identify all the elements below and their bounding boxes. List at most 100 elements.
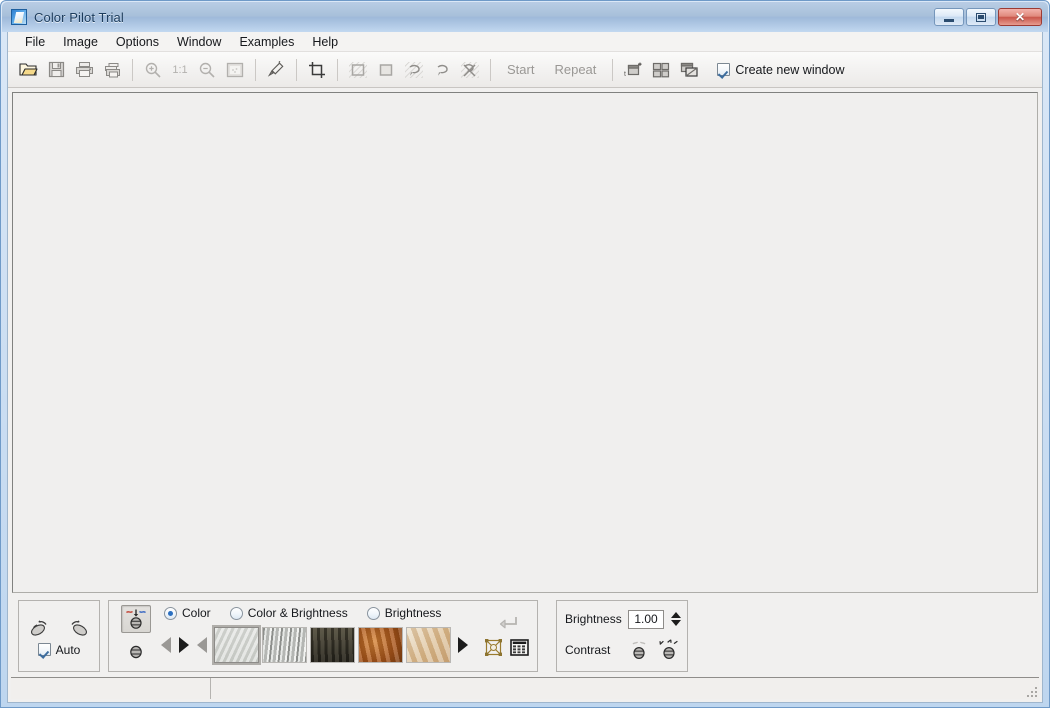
toolbar-separator (296, 58, 297, 81)
brightness-stepper-down[interactable] (671, 620, 681, 626)
lasso-button[interactable] (401, 57, 427, 83)
crop-button[interactable] (304, 57, 330, 83)
maximize-button[interactable] (966, 8, 996, 26)
thumbnail-list (212, 625, 453, 665)
rotate-panel: Auto (18, 599, 100, 672)
menu-options[interactable]: Options (107, 33, 168, 51)
zoom-ratio-label: 1:1 (172, 63, 188, 76)
brightness-stepper-up[interactable] (671, 612, 681, 618)
thumb-orange-rust[interactable] (358, 627, 403, 663)
auto-checkbox-box[interactable] (37, 643, 51, 656)
menu-image[interactable]: Image (54, 33, 107, 51)
toolbar: 1:1 Start Repeat t Create new window (8, 52, 1042, 88)
mode-radio-group: Color Color & Brightness Brightness (158, 606, 476, 625)
contrast-decrease-icon[interactable] (628, 638, 650, 662)
title-bar: Color Pilot Trial ✕ (2, 2, 1048, 32)
prev-arrow-icon (197, 637, 207, 653)
radio-color-brightness[interactable]: Color & Brightness (229, 606, 348, 620)
tile-windows-button[interactable] (648, 57, 674, 83)
resize-grip[interactable] (1023, 683, 1037, 697)
transform-icon[interactable] (485, 639, 502, 656)
maximize-icon (976, 12, 986, 22)
radio-color[interactable]: Color (164, 606, 211, 620)
deselect-icon (460, 61, 480, 79)
prev-page-arrow-icon (161, 637, 171, 653)
print-preview-button[interactable] (99, 57, 125, 83)
thumb-beige-marble[interactable] (406, 627, 451, 663)
start-button[interactable]: Start (497, 62, 544, 77)
create-new-window-checkbox[interactable]: Create new window (717, 63, 844, 77)
toolbar-separator (255, 58, 256, 81)
fit-window-icon (226, 62, 244, 78)
sample-color-button[interactable] (121, 638, 151, 666)
return-arrow-icon[interactable] (495, 615, 519, 635)
eyedropper-icon (267, 60, 285, 79)
radio-color-dot[interactable] (164, 606, 177, 620)
zoom-in-icon (144, 61, 162, 79)
open-button[interactable] (15, 57, 41, 83)
cascade-windows-button[interactable] (676, 57, 702, 83)
select-rect-button[interactable] (345, 57, 371, 83)
apply-color-icon (124, 608, 148, 630)
prev-button[interactable] (194, 630, 210, 660)
menu-examples[interactable]: Examples (230, 33, 303, 51)
select-rect-filled-icon (376, 61, 396, 79)
contrast-label: Contrast (565, 642, 611, 657)
apply-color-button[interactable] (121, 605, 151, 633)
close-button[interactable]: ✕ (998, 8, 1042, 26)
texture-mode-buttons (114, 605, 158, 666)
thumb-gray-stone[interactable] (212, 625, 261, 665)
contrast-increase-icon[interactable] (657, 638, 681, 662)
toolbar-separator (132, 58, 133, 81)
zoom-out-button[interactable] (194, 57, 220, 83)
window-controls: ✕ (934, 8, 1042, 26)
new-window-button[interactable]: t (620, 57, 646, 83)
brightness-row: Brightness 1.00 (565, 609, 681, 629)
next-page-button[interactable] (176, 630, 192, 660)
select-rect-filled-button[interactable] (373, 57, 399, 83)
minimize-button[interactable] (934, 8, 964, 26)
rotate-right-icon[interactable] (67, 618, 89, 638)
menu-file[interactable]: File (16, 33, 54, 51)
lasso-open-button[interactable] (429, 57, 455, 83)
texture-action-row (485, 639, 529, 656)
list-view-icon[interactable] (510, 639, 529, 656)
radio-color-brightness-dot[interactable] (229, 606, 243, 620)
status-left (11, 678, 211, 699)
eyedropper-button[interactable] (263, 57, 289, 83)
open-icon (18, 61, 38, 78)
radio-color-label: Color (182, 606, 211, 620)
brightness-stepper[interactable] (671, 612, 681, 626)
thumb-dark-wood[interactable] (310, 627, 355, 663)
sample-color-icon (126, 642, 146, 662)
radio-color-brightness-label: Color & Brightness (247, 606, 348, 620)
radio-brightness[interactable]: Brightness (366, 606, 441, 620)
rotate-left-icon[interactable] (29, 618, 51, 638)
image-canvas[interactable] (12, 92, 1038, 593)
window-title: Color Pilot Trial (34, 9, 124, 25)
print-button[interactable] (71, 57, 97, 83)
svg-text:t: t (624, 71, 626, 78)
auto-label: Auto (55, 642, 81, 657)
application-window: Color Pilot Trial ✕ File Image Options W… (0, 0, 1050, 708)
create-new-window-checkbox-box[interactable] (717, 63, 731, 76)
save-button[interactable] (43, 57, 69, 83)
zoom-in-button[interactable] (140, 57, 166, 83)
toolbar-separator (612, 58, 614, 81)
client-area: File Image Options Window Examples Help (7, 32, 1043, 703)
thumb-white-wood[interactable] (262, 627, 307, 663)
brightness-input[interactable]: 1.00 (628, 609, 664, 629)
radio-brightness-dot[interactable] (366, 606, 380, 620)
auto-checkbox[interactable]: Auto (37, 642, 81, 657)
menu-help[interactable]: Help (303, 33, 347, 51)
next-button[interactable] (455, 630, 471, 660)
texture-controls: Color Color & Brightness Brightness (158, 606, 476, 665)
menu-window[interactable]: Window (168, 33, 230, 51)
prev-page-button[interactable] (158, 630, 174, 660)
next-page-arrow-icon (179, 637, 189, 653)
deselect-button[interactable] (457, 57, 483, 83)
repeat-button[interactable]: Repeat (544, 62, 606, 77)
fit-window-button[interactable] (222, 57, 248, 83)
print-icon (75, 61, 94, 78)
toolbar-separator (490, 58, 491, 81)
